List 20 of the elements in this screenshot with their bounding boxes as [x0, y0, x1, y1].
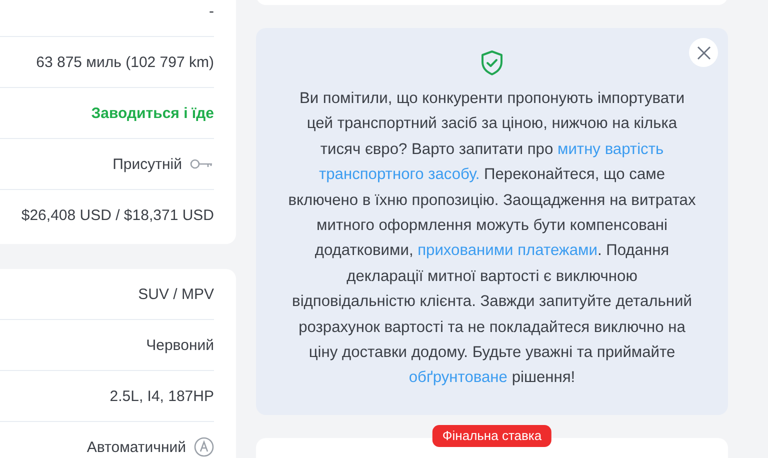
- spec-value: Присутній: [112, 156, 182, 172]
- inline-link[interactable]: прихованими платежами: [418, 242, 598, 260]
- key-icon: [190, 158, 214, 170]
- notice-text: Ви помітили, що конкуренти пропонують імпортувати цей транспортний засіб за ціною, нижчою на кілька тисяч євро? Варто запитати про митну вартість транспортного засобу. Переконайтеся, що саме включено в їхню пропозицію. Заощадження на витратах митного оформлення можуть бути компенсовані додатковими, прихованими платежами. Подання декларації митної вартості є виключною відповідальністю клієнта. Завжди запитуйте детальний розрахунок вартості та не покладайтеся виключно на ціну доставки додому. Будьте уважні та приймайте обґрунтоване рішення!: [288, 89, 696, 388]
- close-icon[interactable]: [696, 46, 710, 60]
- spec-value: 63 875 миль (102 797 km): [36, 54, 214, 70]
- spec-value: Автоматичний: [86, 438, 186, 456]
- close-button[interactable]: [689, 38, 718, 67]
- status-text: Заводиться і їде: [91, 104, 214, 122]
- automatic-transmission-icon: [194, 437, 214, 457]
- spec-value: SUV / MPV: [138, 286, 214, 302]
- spec-value: Червоний: [146, 336, 214, 354]
- final-bid-badge: Фінальна ставка: [432, 425, 552, 447]
- spec-value: $26,408 USD / $18,371 USD: [21, 206, 214, 224]
- shield-check-icon: [480, 50, 504, 76]
- inline-link[interactable]: обґрунтоване: [408, 369, 508, 386]
- inline-link[interactable]: транспортного засобу.: [318, 166, 480, 184]
- inline-link[interactable]: митну вартість: [558, 140, 664, 158]
- spec-value: -: [209, 2, 214, 20]
- spec-value: 2.5L, I4, 187HP: [110, 388, 214, 404]
